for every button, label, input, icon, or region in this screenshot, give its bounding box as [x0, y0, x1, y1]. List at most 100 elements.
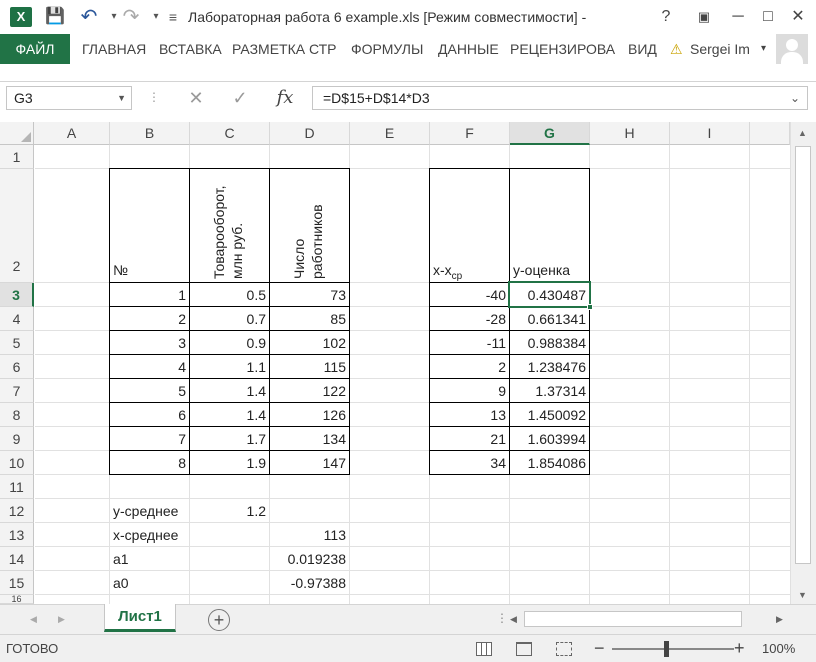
scroll-right-icon[interactable]: ▶ — [776, 614, 783, 625]
cell-b6[interactable]: 4 — [110, 355, 189, 379]
zoom-in-button[interactable]: + — [734, 638, 745, 659]
zoom-slider-thumb[interactable] — [664, 641, 669, 657]
cell-g5[interactable]: 0.988384 — [510, 331, 589, 355]
zoom-slider[interactable] — [612, 648, 734, 650]
cell-b8[interactable]: 6 — [110, 403, 189, 427]
chevron-down-icon[interactable]: ▼ — [117, 87, 126, 109]
expand-formula-icon[interactable]: ⌄ — [790, 91, 800, 105]
cell-c4[interactable]: 0.7 — [190, 307, 269, 331]
row-header-9[interactable]: 9 — [0, 427, 34, 451]
column-header-j[interactable] — [750, 122, 790, 145]
cancel-button[interactable]: ✕ — [182, 86, 210, 110]
normal-view-icon[interactable] — [476, 642, 492, 656]
zoom-out-button[interactable]: − — [594, 638, 605, 659]
column-header-g[interactable]: G — [510, 122, 590, 145]
cell-f9[interactable]: 21 — [430, 427, 509, 451]
next-sheet-icon[interactable]: ▶ — [58, 614, 65, 625]
row-header-12[interactable]: 12 — [0, 499, 34, 523]
zoom-level[interactable]: 100% — [762, 641, 795, 656]
cell-b14[interactable]: a1 — [110, 547, 189, 571]
cell-g9[interactable]: 1.603994 — [510, 427, 589, 451]
file-tab[interactable]: ФАЙЛ — [0, 34, 70, 64]
cell-d14[interactable]: 0.019238 — [270, 547, 349, 571]
vertical-scrollbar[interactable]: ▲ ▼ — [790, 122, 816, 604]
cell-b5[interactable]: 3 — [110, 331, 189, 355]
cell-f8[interactable]: 13 — [430, 403, 509, 427]
column-header-h[interactable]: H — [590, 122, 670, 145]
cell-d7[interactable]: 122 — [270, 379, 349, 403]
tab-view[interactable]: ВИД — [628, 34, 657, 64]
cell-b3[interactable]: 1 — [110, 283, 189, 307]
tab-insert[interactable]: ВСТАВКА — [159, 34, 222, 64]
cell-c2[interactable]: Товарооборот, млн руб. — [190, 169, 269, 282]
avatar[interactable] — [776, 34, 808, 64]
help-button[interactable]: ? — [654, 6, 678, 28]
row-header-1[interactable]: 1 — [0, 145, 34, 169]
row-header-4[interactable]: 4 — [0, 307, 34, 331]
horizontal-scrollbar[interactable]: ◀ ▶ — [508, 609, 790, 629]
row-header-7[interactable]: 7 — [0, 379, 34, 403]
cell-c3[interactable]: 0.5 — [190, 283, 269, 307]
insert-function-button[interactable]: fx — [270, 86, 300, 110]
page-layout-view-icon[interactable] — [516, 642, 532, 656]
cell-g7[interactable]: 1.37314 — [510, 379, 589, 403]
column-header-d[interactable]: D — [270, 122, 350, 145]
cell-d5[interactable]: 102 — [270, 331, 349, 355]
cell-d10[interactable]: 147 — [270, 451, 349, 475]
cell-d3[interactable]: 73 — [270, 283, 349, 307]
cell-d15[interactable]: -0.97388 — [270, 571, 349, 595]
row-header-10[interactable]: 10 — [0, 451, 34, 475]
column-header-i[interactable]: I — [670, 122, 750, 145]
cell-b2[interactable]: № — [110, 258, 189, 282]
minimize-button[interactable]: ─ — [726, 6, 750, 28]
cell-c12[interactable]: 1.2 — [190, 499, 269, 523]
scroll-up-icon[interactable]: ▲ — [798, 128, 807, 138]
enter-button[interactable]: ✓ — [226, 86, 254, 110]
user-dropdown-icon[interactable]: ▾ — [761, 34, 766, 64]
row-header-3[interactable]: 3 — [0, 283, 34, 307]
cell-f6[interactable]: 2 — [430, 355, 509, 379]
select-all-corner[interactable] — [0, 122, 34, 145]
scroll-left-icon[interactable]: ◀ — [510, 614, 517, 625]
cell-f4[interactable]: -28 — [430, 307, 509, 331]
row-header-16[interactable]: 16 — [0, 595, 34, 604]
ribbon-display-icon[interactable]: ▣ — [692, 6, 716, 28]
tab-page-layout[interactable]: РАЗМЕТКА СТР — [232, 34, 337, 64]
cell-g6[interactable]: 1.238476 — [510, 355, 589, 379]
maximize-button[interactable]: □ — [756, 6, 780, 28]
cell-d13[interactable]: 113 — [270, 523, 349, 547]
cell-b4[interactable]: 2 — [110, 307, 189, 331]
tab-home[interactable]: ГЛАВНАЯ — [82, 34, 146, 64]
cell-f7[interactable]: 9 — [430, 379, 509, 403]
close-button[interactable]: ✕ — [786, 6, 810, 28]
cell-b7[interactable]: 5 — [110, 379, 189, 403]
tab-review[interactable]: РЕЦЕНЗИРОВА — [510, 34, 615, 64]
row-header-13[interactable]: 13 — [0, 523, 34, 547]
row-header-15[interactable]: 15 — [0, 571, 34, 595]
cell-b13[interactable]: x-среднее — [110, 523, 189, 547]
row-header-5[interactable]: 5 — [0, 331, 34, 355]
cell-b15[interactable]: a0 — [110, 571, 189, 595]
page-break-view-icon[interactable] — [556, 642, 572, 656]
column-header-e[interactable]: E — [350, 122, 430, 145]
column-header-f[interactable]: F — [430, 122, 510, 145]
cell-b9[interactable]: 7 — [110, 427, 189, 451]
tab-data[interactable]: ДАННЫЕ — [438, 34, 499, 64]
worksheet-grid[interactable]: A B C D E F G H I 1 2 3 4 5 6 7 8 9 10 1… — [0, 122, 790, 604]
formula-input[interactable]: =D$15+D$14*D3 — [312, 86, 808, 110]
undo-icon[interactable]: ↶ — [78, 7, 100, 27]
cell-b10[interactable]: 8 — [110, 451, 189, 475]
prev-sheet-icon[interactable]: ◀ — [30, 614, 37, 625]
cell-c6[interactable]: 1.1 — [190, 355, 269, 379]
vertical-scroll-thumb[interactable] — [795, 146, 811, 564]
tab-splitter-icon[interactable]: ⋮ — [496, 611, 508, 625]
cell-d6[interactable]: 115 — [270, 355, 349, 379]
cell-g2[interactable]: y-оценка — [510, 258, 589, 282]
cell-g4[interactable]: 0.661341 — [510, 307, 589, 331]
row-header-11[interactable]: 11 — [0, 475, 34, 499]
row-header-14[interactable]: 14 — [0, 547, 34, 571]
horizontal-scroll-thumb[interactable] — [524, 611, 742, 627]
cell-c7[interactable]: 1.4 — [190, 379, 269, 403]
cell-d9[interactable]: 134 — [270, 427, 349, 451]
cell-f5[interactable]: -11 — [430, 331, 509, 355]
